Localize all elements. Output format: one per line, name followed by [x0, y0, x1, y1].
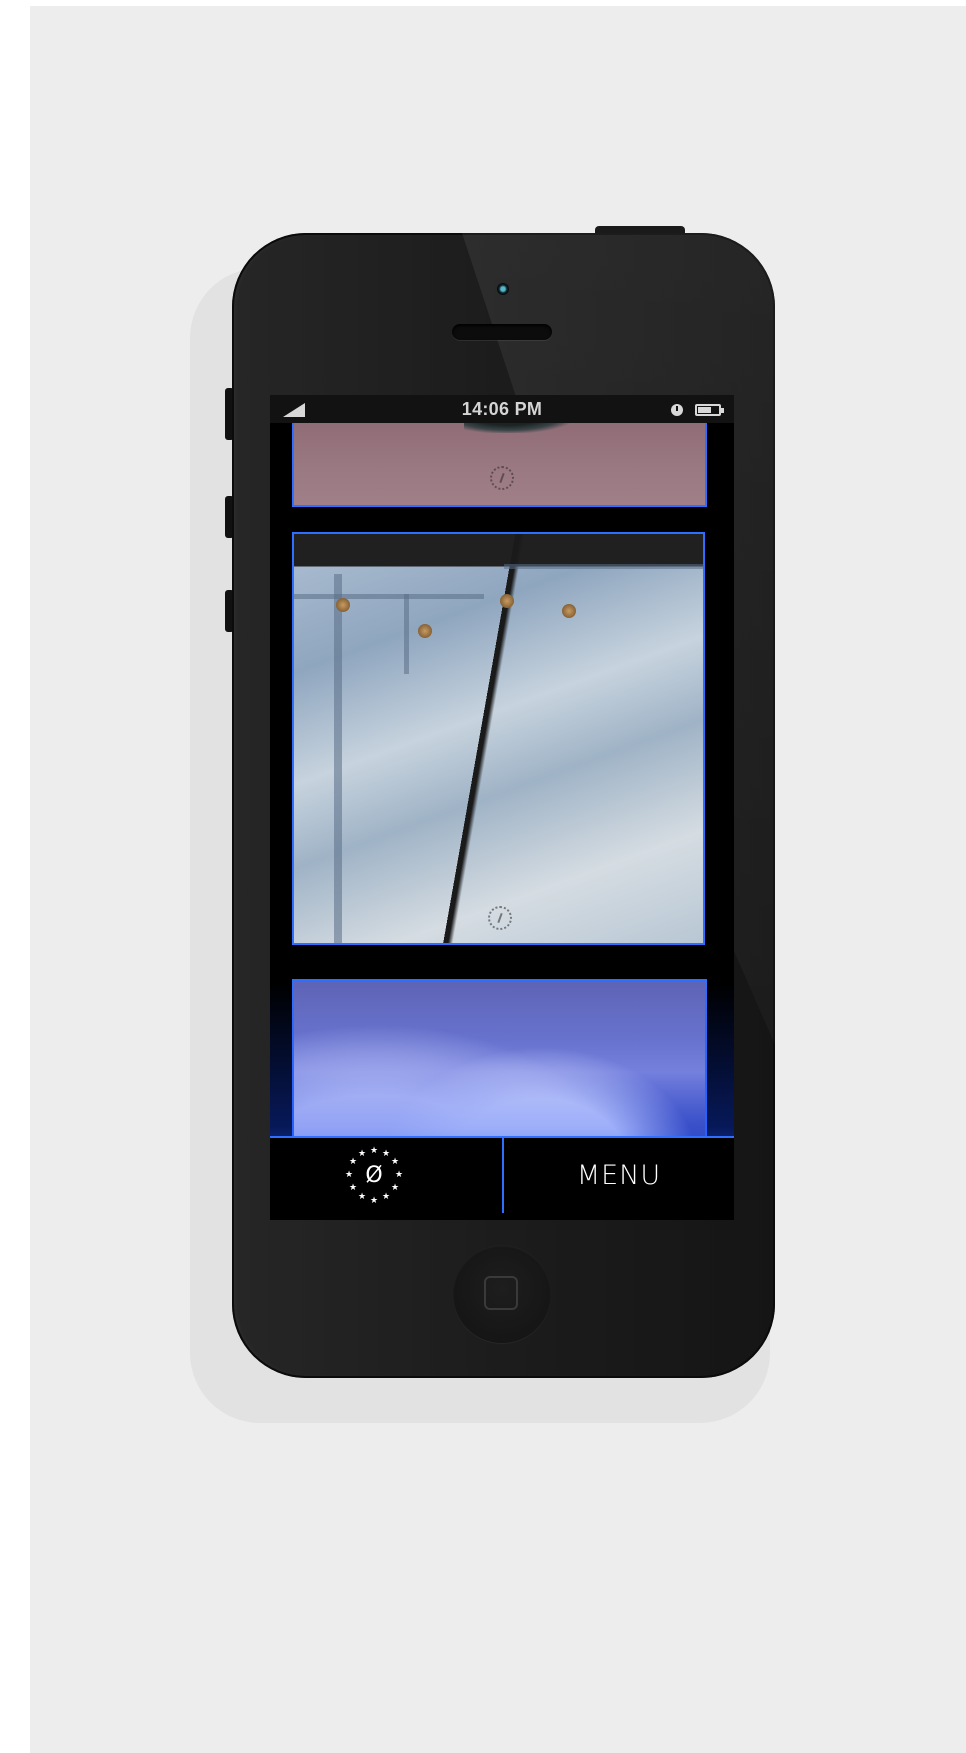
logo-button[interactable]: ★ ★ ★ ★ ★ ★ ★ ★ ★ ★ ★ ★ Ø	[270, 1138, 502, 1213]
jeans-rivet	[562, 604, 576, 618]
jeans-waistband	[294, 594, 484, 599]
phone-screen: 14:06 PM ★ ★ ★ ★ ★ ★ ★ ★ ★ ★ ★ ★ Ø MENU	[270, 395, 734, 1220]
jeans-rivet	[336, 598, 350, 612]
battery-level	[698, 407, 711, 413]
battery-tip	[721, 408, 724, 413]
jeans-rivet	[500, 594, 514, 608]
tattoo-image-detail	[464, 423, 574, 433]
battery-icon	[695, 404, 721, 416]
logo-glyph: Ø	[365, 1163, 383, 1188]
alarm-icon	[671, 404, 683, 416]
logo-watermark-icon	[488, 906, 512, 930]
feed-card-jeans[interactable]	[292, 532, 705, 945]
home-button[interactable]	[453, 1245, 551, 1343]
feed-card-clouds[interactable]	[292, 979, 707, 1136]
tab-bar: ★ ★ ★ ★ ★ ★ ★ ★ ★ ★ ★ ★ Ø MENU	[270, 1136, 734, 1213]
home-square-icon	[484, 1276, 518, 1310]
status-bar: 14:06 PM	[270, 395, 734, 423]
status-time: 14:06 PM	[461, 399, 543, 419]
feed-card-tattoo[interactable]	[292, 423, 707, 507]
earpiece-speaker	[452, 324, 552, 340]
jeans-waistband	[504, 564, 703, 569]
front-camera-icon	[497, 283, 509, 295]
image-feed[interactable]	[270, 423, 734, 1136]
menu-button[interactable]: MENU	[504, 1138, 734, 1213]
jeans-seam	[404, 594, 409, 674]
logo-watermark-icon	[490, 466, 514, 490]
jeans-seam	[334, 574, 342, 943]
jeans-rivet	[418, 624, 432, 638]
